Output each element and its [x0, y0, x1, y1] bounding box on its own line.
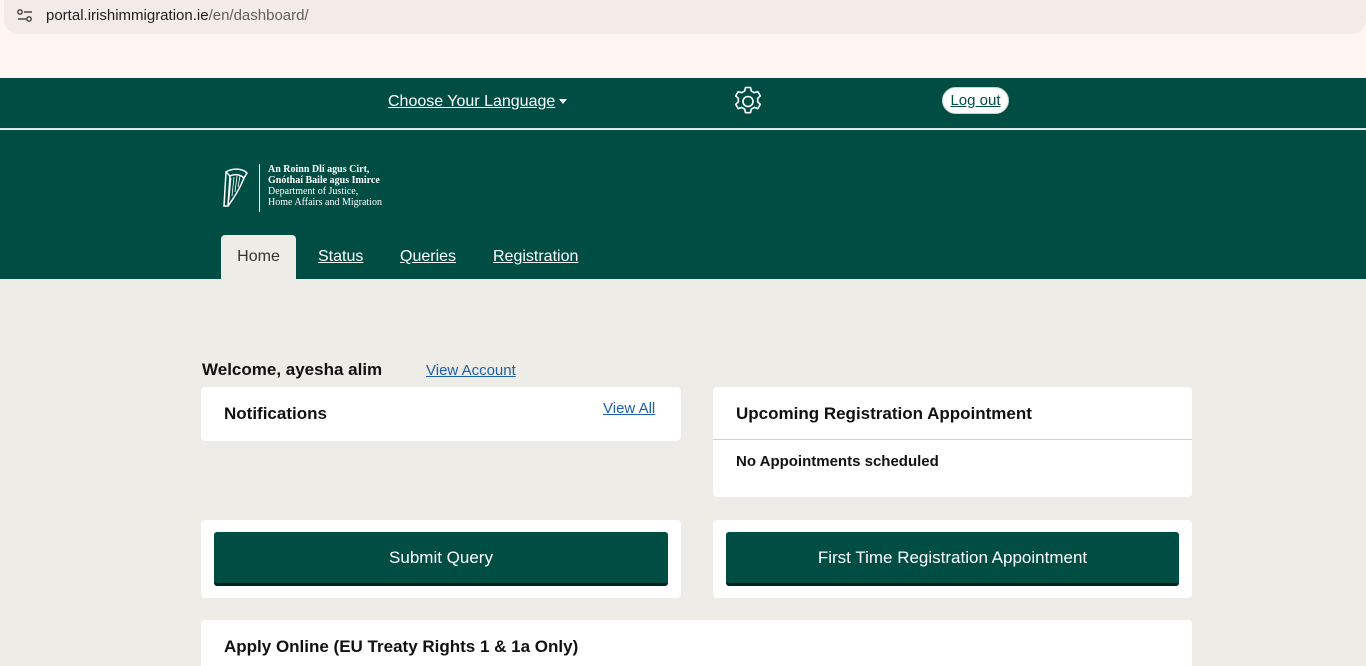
caret-down-icon	[559, 99, 568, 105]
registration-appointment-card: First Time Registration Appointment	[713, 520, 1192, 598]
notifications-title: Notifications	[224, 404, 327, 423]
apply-online-card: Apply Online (EU Treaty Rights 1 & 1a On…	[201, 620, 1192, 666]
language-selector[interactable]: Choose Your Language	[388, 93, 568, 111]
logo-text: An Roinn Dlí agus Cirt, Gnóthaí Baile ag…	[268, 164, 382, 208]
view-account-link[interactable]: View Account	[426, 362, 516, 379]
logout-button[interactable]: Log out	[942, 87, 1009, 114]
url-host: portal.irishimmigration.ie	[46, 7, 209, 24]
department-logo[interactable]: An Roinn Dlí agus Cirt, Gnóthaí Baile ag…	[220, 162, 410, 214]
logo-line-4: Home Affairs and Migration	[268, 197, 382, 208]
site-header: An Roinn Dlí agus Cirt, Gnóthaí Baile ag…	[0, 130, 1366, 279]
submit-query-button[interactable]: Submit Query	[214, 532, 668, 586]
logo-line-2: Gnóthaí Baile agus Imirce	[268, 175, 380, 186]
browser-toolbar: portal.irishimmigration.ie/en/dashboard/	[0, 0, 1366, 78]
first-time-registration-button[interactable]: First Time Registration Appointment	[726, 532, 1179, 586]
tab-home[interactable]: Home	[221, 235, 296, 279]
logo-line-3: Department of Justice,	[268, 186, 359, 197]
address-bar[interactable]: portal.irishimmigration.ie/en/dashboard/	[4, 0, 1366, 34]
language-label: Choose Your Language	[388, 93, 556, 110]
gear-icon[interactable]	[731, 84, 765, 118]
appointment-card: Upcoming Registration Appointment No App…	[713, 387, 1192, 497]
notifications-card: Notifications View All	[201, 387, 681, 441]
url-text[interactable]: portal.irishimmigration.ie/en/dashboard/	[46, 7, 309, 24]
harp-icon	[223, 168, 248, 207]
tab-registration[interactable]: Registration	[493, 235, 578, 279]
view-all-link[interactable]: View All	[603, 400, 655, 417]
url-path: /en/dashboard/	[208, 7, 309, 24]
apply-online-title: Apply Online (EU Treaty Rights 1 & 1a On…	[224, 637, 579, 656]
tab-status[interactable]: Status	[318, 235, 363, 279]
card-divider	[713, 439, 1192, 440]
submit-query-card: Submit Query	[201, 520, 681, 598]
logo-divider	[259, 164, 260, 212]
site-info-icon[interactable]	[16, 7, 34, 25]
welcome-message: Welcome, ayesha alim	[202, 360, 383, 379]
utility-bar: Choose Your Language Log out	[0, 78, 1366, 129]
appointment-title: Upcoming Registration Appointment	[736, 404, 1032, 423]
appointment-status: No Appointments scheduled	[736, 453, 939, 470]
logo-line-1: An Roinn Dlí agus Cirt,	[268, 164, 370, 175]
tab-queries[interactable]: Queries	[400, 235, 456, 279]
